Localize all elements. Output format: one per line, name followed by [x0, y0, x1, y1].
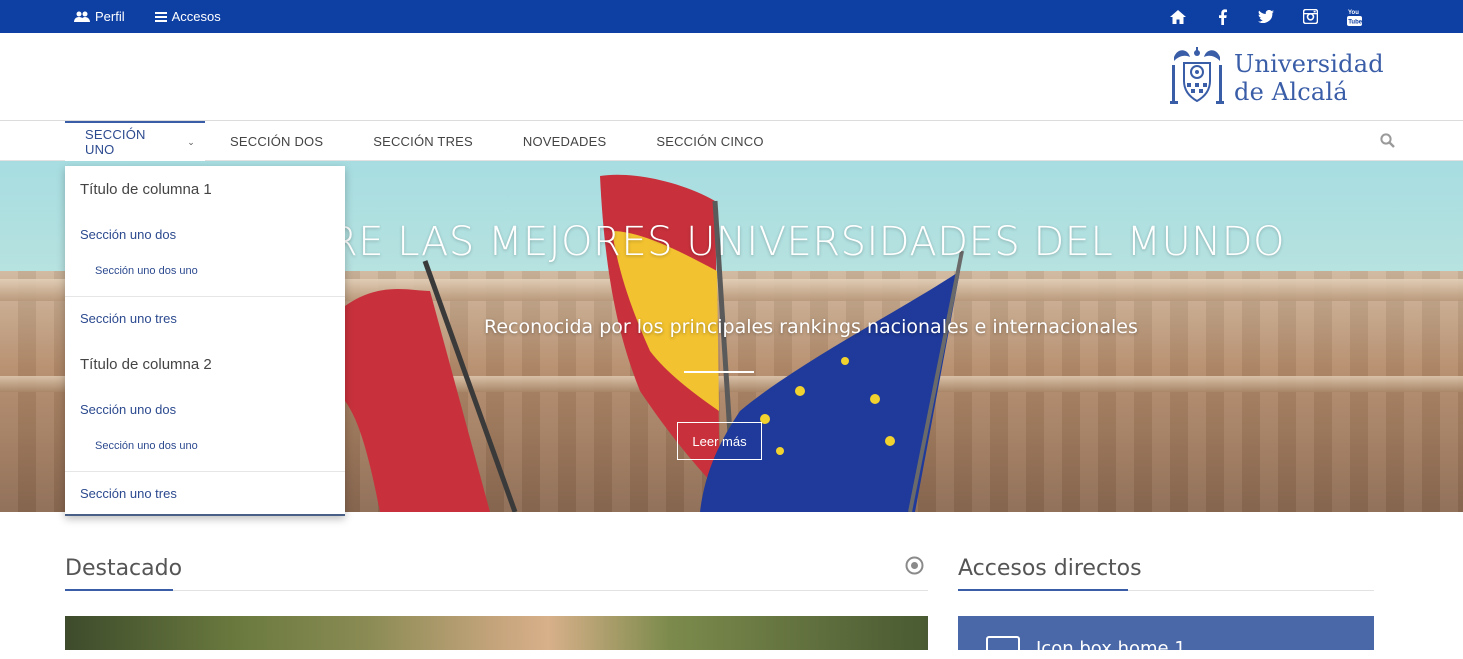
eu-flag [700, 271, 960, 512]
logo-line2: de Alcalá [1234, 77, 1348, 106]
quick-access-title: Accesos directos [958, 556, 1142, 581]
target-icon[interactable] [905, 556, 924, 580]
nav-item-label: SECCIÓN TRES [373, 133, 473, 149]
users-icon [74, 11, 90, 23]
nav-item-seccion-uno[interactable]: SECCIÓN UNO ⌄ [65, 121, 205, 161]
coat-of-arms-icon [1170, 45, 1224, 110]
dropdown-sublink-seccion-uno-dos-uno[interactable]: Sección uno dos uno [95, 265, 198, 277]
nav-item-seccion-tres[interactable]: SECCIÓN TRES [348, 121, 498, 161]
hero-title: RE LAS MEJORES UNIVERSIDADES DEL MUNDO [330, 219, 1286, 265]
dropdown-link-seccion-uno-dos[interactable]: Sección uno dos [80, 227, 176, 242]
nav-item-seccion-dos[interactable]: SECCIÓN DOS [205, 121, 348, 161]
red-flag [345, 289, 490, 512]
dropdown-sublink-seccion-uno-dos-uno-2[interactable]: Sección uno dos uno [95, 440, 198, 452]
youtube-tube-text: Tube [1348, 19, 1362, 25]
profile-label: Perfil [95, 9, 125, 24]
university-logo[interactable]: Universidad de Alcalá [1170, 45, 1384, 110]
dropdown-link-seccion-uno-tres-2[interactable]: Sección uno tres [80, 486, 177, 501]
featured-image[interactable] [65, 616, 928, 650]
logo-text: Universidad de Alcalá [1234, 50, 1384, 106]
dropdown-column-2-title: Título de columna 2 [80, 356, 212, 373]
header: Universidad de Alcalá [0, 33, 1463, 121]
bars-icon [154, 11, 167, 22]
dropdown-menu-seccion-uno: Título de columna 1 Sección uno dos Secc… [65, 166, 345, 516]
facebook-icon[interactable] [1213, 8, 1231, 26]
featured-underline [65, 589, 173, 591]
nav-item-novedades[interactable]: NOVEDADES [498, 121, 631, 161]
nav-item-label: SECCIÓN CINCO [656, 133, 764, 149]
instagram-icon[interactable] [1301, 8, 1319, 26]
featured-rule [65, 590, 928, 591]
nav-item-seccion-cinco[interactable]: SECCIÓN CINCO [631, 121, 788, 161]
hero-divider [684, 371, 754, 373]
nav-item-label: SECCIÓN DOS [230, 133, 324, 149]
twitter-icon[interactable] [1257, 8, 1275, 26]
chevron-down-icon: ⌄ [187, 136, 195, 147]
dropdown-link-seccion-uno-dos-2[interactable]: Sección uno dos [80, 402, 176, 417]
logo-line1: Universidad [1234, 49, 1384, 78]
dropdown-link-seccion-uno-tres[interactable]: Sección uno tres [80, 311, 177, 326]
profile-link[interactable]: Perfil [74, 9, 125, 24]
search-icon[interactable] [1380, 133, 1395, 153]
main-nav: SECCIÓN UNO ⌄ SECCIÓN DOS SECCIÓN TRES N… [0, 121, 1463, 161]
quick-access-underline [958, 589, 1128, 591]
youtube-you-text: You [1348, 10, 1359, 16]
youtube-icon[interactable]: You Tube [1345, 8, 1363, 26]
read-more-button[interactable]: Leer más [677, 422, 762, 460]
dropdown-separator [65, 471, 345, 472]
top-bar: Perfil Accesos You Tube [0, 0, 1463, 33]
nav-items: SECCIÓN UNO ⌄ SECCIÓN DOS SECCIÓN TRES N… [65, 121, 789, 161]
home-icon[interactable] [1169, 8, 1187, 26]
nav-item-label: SECCIÓN UNO [85, 127, 146, 157]
featured-title: Destacado [65, 556, 183, 581]
monitor-icon [986, 636, 1020, 656]
top-bar-left: Perfil Accesos [74, 0, 221, 33]
icon-box-label: Icon box home 1 [1036, 638, 1186, 659]
nav-item-label: NOVEDADES [522, 133, 607, 149]
dropdown-separator [65, 296, 345, 297]
access-label: Accesos [171, 9, 221, 24]
icon-box-home-1[interactable]: Icon box home 1 [958, 616, 1374, 659]
hero-subtitle: Reconocida por los principales rankings … [484, 316, 1138, 338]
access-link[interactable]: Accesos [154, 9, 221, 24]
dropdown-column-1-title: Título de columna 1 [80, 181, 212, 198]
social-links: You Tube [1169, 0, 1363, 33]
